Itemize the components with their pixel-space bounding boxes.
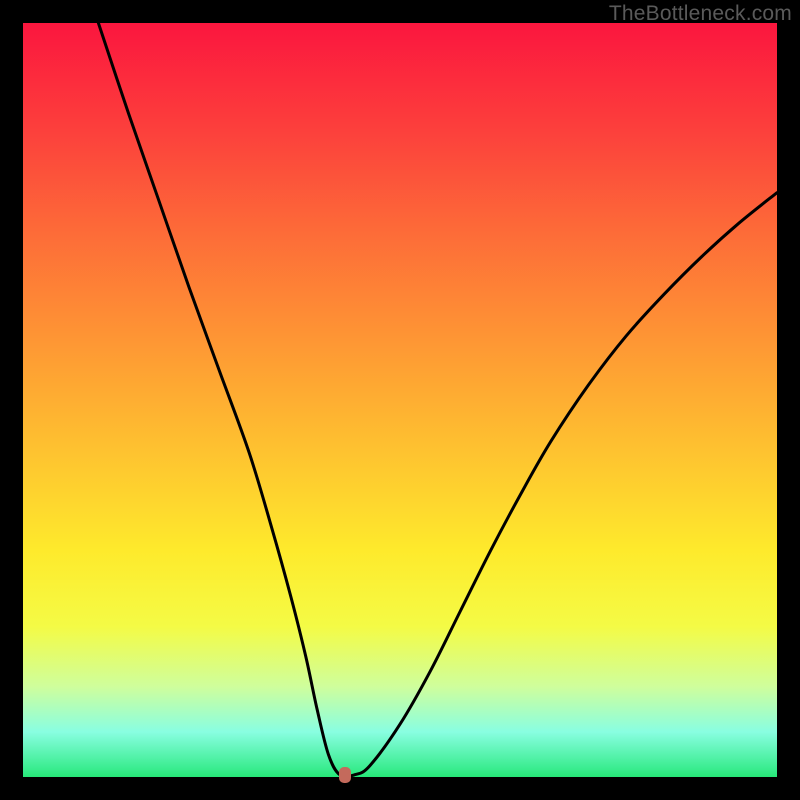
bottleneck-curve — [98, 23, 777, 777]
curve-svg — [23, 23, 777, 777]
chart-frame: TheBottleneck.com — [0, 0, 800, 800]
watermark-text: TheBottleneck.com — [609, 2, 792, 26]
plot-area — [23, 23, 777, 777]
minimum-marker-icon — [339, 767, 351, 783]
